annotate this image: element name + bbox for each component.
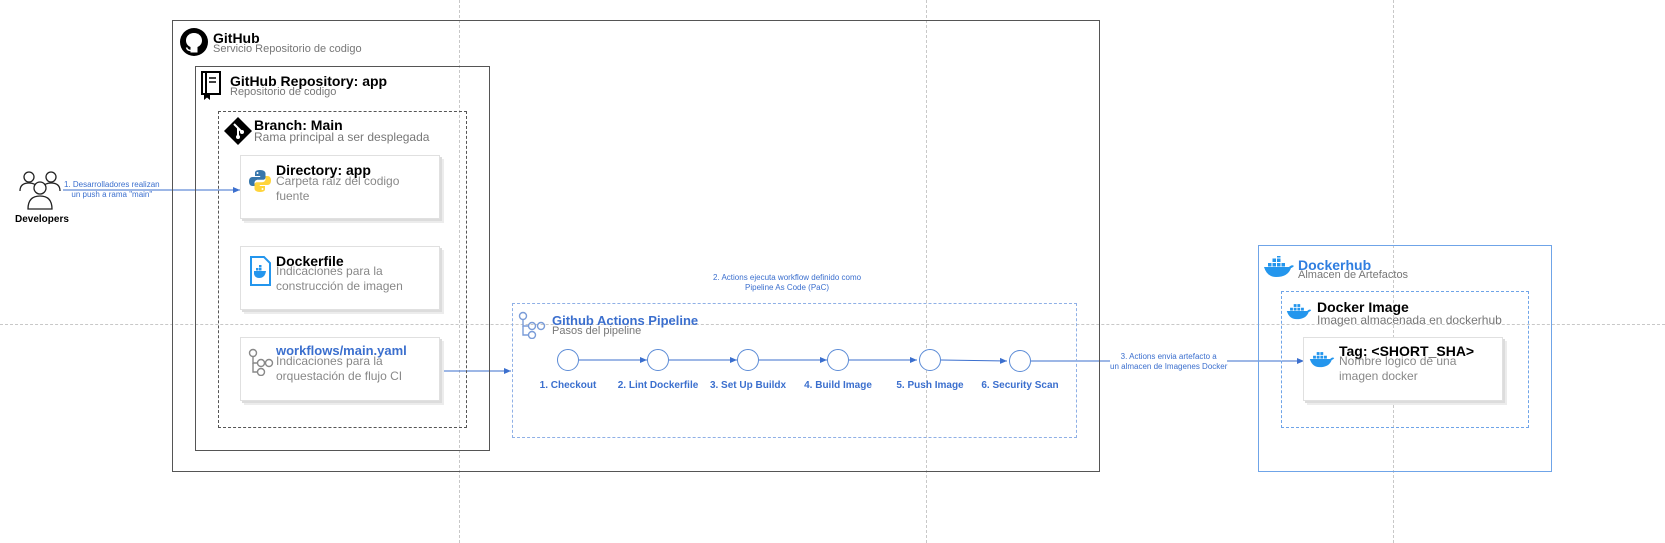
developers-label: Developers [15, 214, 69, 225]
directory-desc-line: Carpeta raiz del codigo [276, 174, 400, 188]
step-push-node [919, 349, 941, 371]
tag-desc-line: imagen docker [1339, 369, 1418, 383]
git-branch-icon [223, 116, 253, 146]
workflow-desc-line: Indicaciones para la [276, 354, 383, 368]
tag-description: Nombre logico de una imagen docker [1339, 354, 1456, 384]
step-buildx-node [737, 349, 759, 371]
artifact-note-line: un almacen de Imagenes Docker [1110, 362, 1228, 371]
pipeline-note-line: Pipeline As Code (PaC) [745, 283, 830, 292]
step-scan-node [1009, 350, 1031, 372]
step-buildx-label: 3. Set Up Buildx [709, 380, 787, 391]
step-checkout-node [557, 349, 579, 371]
dockerfile-description: Indicaciones para la construcción de ima… [276, 264, 403, 294]
step-push-label: 5. Push Image [896, 380, 964, 391]
step-build-node [827, 349, 849, 371]
dockerfile-desc-line: Indicaciones para la [276, 264, 383, 278]
step-scan-label: 6. Security Scan [981, 380, 1059, 391]
step-checkout-label: 1. Checkout [539, 380, 597, 391]
branch-subtitle: Rama principal a ser desplegada [254, 130, 430, 144]
github-actions-icon [518, 311, 546, 340]
directory-desc-line: fuente [276, 189, 310, 203]
pipeline-subtitle: Pasos del pipeline [552, 325, 642, 337]
repository-subtitle: Repositorio de codigo [230, 86, 337, 98]
artifact-note-line: 3. Actions envia artefacto a [1120, 352, 1217, 361]
artifact-note: 3. Actions envia artefacto a un almacen … [1110, 352, 1228, 372]
book-icon [199, 71, 223, 101]
dockerfile-desc-line: construcción de imagen [276, 279, 403, 293]
step-lint-node [647, 349, 669, 371]
tag-desc-line: Nombre logico de una [1339, 354, 1457, 368]
pipeline-note: 2. Actions ejecuta workflow definido com… [713, 273, 861, 293]
step-lint-label: 2. Lint Dockerfile [617, 380, 699, 391]
workflow-desc-line: orquestación de flujo CI [276, 369, 403, 383]
pipeline-note-line: 2. Actions ejecuta workflow definido com… [713, 273, 862, 282]
docker-whale-icon [1263, 254, 1295, 278]
docker-whale-icon [1286, 302, 1312, 320]
github-icon [179, 27, 209, 57]
python-icon [248, 169, 272, 193]
docker-image-subtitle: Imagen almacenada en dockerhub [1317, 313, 1502, 327]
push-note-line: 1. Desarrolladores realizan [64, 180, 160, 189]
github-subtitle: Servicio Repositorio de codigo [213, 43, 362, 55]
actions-workflow-icon [248, 348, 274, 377]
directory-description: Carpeta raiz del codigo fuente [276, 174, 399, 204]
step-build-label: 4. Build Image [804, 380, 872, 391]
push-note: 1. Desarrolladores realizan un push a ra… [64, 180, 160, 200]
dockerhub-subtitle: Almacen de Artefactos [1298, 269, 1409, 281]
docker-whale-icon [1309, 350, 1335, 368]
push-note-line: un push a rama "main" [71, 190, 153, 199]
developers-icon [18, 169, 62, 211]
docker-file-icon [248, 256, 272, 286]
workflow-description: Indicaciones para la orquestación de flu… [276, 354, 402, 384]
